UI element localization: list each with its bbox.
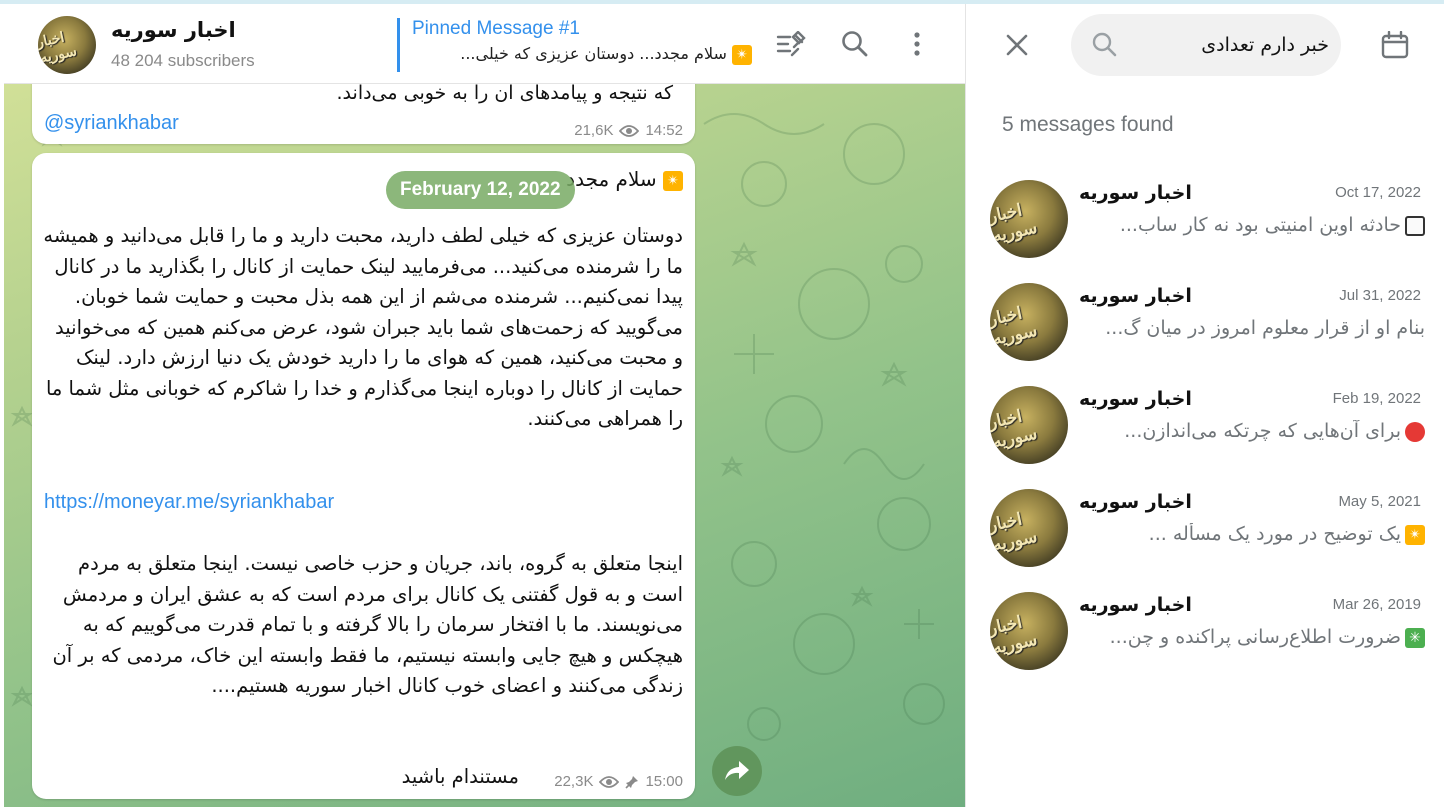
result-date: Mar 26, 2019: [1332, 596, 1421, 613]
result-snippet-text: بنام او از قرار معلوم امروز در میان گ...: [1105, 317, 1425, 339]
message-greeting: ✴ سلام مجدد: [566, 167, 683, 191]
result-avatar: اخبار سوریه: [990, 283, 1068, 361]
green-star-emoji-icon: ✳: [1405, 627, 1425, 648]
message-paragraph: اینجا متعلق به گروه، باند، جریان و حزب خ…: [52, 552, 683, 697]
result-channel-name: اخبار سوریه: [1079, 285, 1192, 307]
message-closing: مستندام باشید: [401, 765, 519, 788]
result-channel-name: اخبار سوریه: [1079, 388, 1192, 410]
pinned-message-bar[interactable]: Pinned Message #1 ✴ سلام مجدد... دوستان …: [397, 18, 757, 72]
chat-panel: اخبار سوریه اخبار سوریه 48 204 subscribe…: [4, 4, 965, 807]
result-snippet: ✴یک توضیح در مورد یک مسأله ...: [1085, 523, 1425, 545]
close-icon: [1006, 34, 1028, 56]
red-circle-emoji-icon: [1405, 421, 1425, 442]
pinned-message-title: Pinned Message #1: [412, 18, 580, 39]
search-result-item[interactable]: اخبار سوریه اخبار سوریه Feb 19, 2022 برای آ…: [966, 386, 1444, 486]
message-text: که نتیجه و پیامدهای آن را به خوبی می‌دان…: [336, 82, 673, 104]
result-date: Feb 19, 2022: [1332, 390, 1421, 407]
view-count: 21,6K: [574, 122, 614, 139]
search-input[interactable]: [1129, 26, 1329, 64]
result-channel-name: اخبار سوریه: [1079, 182, 1192, 204]
eye-icon: [619, 124, 640, 137]
result-date: Oct 17, 2022: [1335, 184, 1421, 201]
channel-title[interactable]: اخبار سوریه: [111, 18, 236, 42]
result-snippet-text: برای آن‌هایی که چرتکه می‌اندازن...: [1124, 420, 1401, 442]
search-result-item[interactable]: اخبار سوریه اخبار سوریه May 5, 2021 ✴یک توض…: [966, 489, 1444, 589]
eye-icon: [599, 775, 620, 788]
search-sidebar: 5 messages found اخبار سوریه اخبار سوریه O…: [965, 4, 1444, 807]
avatar-logo-text: اخبار سوریه: [990, 509, 1040, 556]
message-time: 14:52: [645, 122, 683, 139]
result-avatar: اخبار سوریه: [990, 386, 1068, 464]
search-result-item[interactable]: اخبار سوریه اخبار سوریه Mar 26, 2019 ✳ضرورت…: [966, 592, 1444, 692]
result-date: May 5, 2021: [1338, 493, 1421, 510]
chat-header: اخبار سوریه اخبار سوریه 48 204 subscribe…: [4, 4, 965, 84]
calendar-icon: [1381, 31, 1409, 59]
message-bubble-pinned[interactable]: ✴ سلام مجدد دوستان عزیزی که خیلی لطف دار…: [32, 153, 695, 799]
calendar-button[interactable]: [1378, 28, 1412, 62]
support-link[interactable]: https://moneyar.me/syriankhabar: [44, 491, 334, 514]
search-icon: [1092, 32, 1117, 57]
forward-arrow-icon: [725, 761, 749, 780]
orange-star-emoji-icon: ✴: [732, 44, 752, 65]
search-results-count: 5 messages found: [1002, 113, 1174, 136]
message-meta: 22,3K 15:00: [554, 773, 683, 790]
search-result-item[interactable]: اخبار سوریه اخبار سوریه Jul 31, 2022 بنام ا…: [966, 283, 1444, 383]
result-channel-name: اخبار سوریه: [1079, 491, 1192, 513]
greeting-text: سلام مجدد: [566, 167, 657, 191]
avatar-logo-text: اخبار سوریه: [990, 406, 1040, 453]
forward-button[interactable]: [712, 746, 762, 796]
result-snippet-text: حادثه اوین امنیتی بود نه کار ساب...: [1119, 214, 1401, 236]
result-snippet-text: ضرورت اطلاع‌رسانی پراکنده و چن...: [1109, 626, 1401, 648]
avatar-logo-text: اخبار سوریه: [990, 612, 1040, 659]
date-separator[interactable]: February 12, 2022: [386, 171, 575, 209]
message-paragraph: دوستان عزیزی که خیلی لطف دارید، محبت دار…: [43, 224, 683, 430]
result-avatar: اخبار سوریه: [990, 592, 1068, 670]
close-search-button[interactable]: [1000, 28, 1034, 62]
search-field-container[interactable]: [1071, 14, 1341, 76]
white-square-emoji-icon: [1405, 215, 1425, 236]
result-snippet-text: یک توضیح در مورد یک مسأله ...: [1148, 523, 1401, 545]
search-icon[interactable]: [839, 28, 871, 60]
result-avatar: اخبار سوریه: [990, 489, 1068, 567]
result-avatar: اخبار سوریه: [990, 180, 1068, 258]
pinned-list-icon[interactable]: [775, 28, 807, 60]
more-options-icon[interactable]: [901, 28, 933, 60]
result-date: Jul 31, 2022: [1339, 287, 1421, 304]
avatar-logo-text: اخبار سوریه: [990, 200, 1040, 247]
result-snippet: ✳ضرورت اطلاع‌رسانی پراکنده و چن...: [1085, 626, 1425, 648]
message-meta: 21,6K 14:52: [574, 122, 683, 139]
channel-avatar[interactable]: اخبار سوریه: [38, 16, 96, 74]
message-time: 15:00: [645, 773, 683, 790]
pinned-message-text: سلام مجدد... دوستان عزیزی که خیلی...: [460, 44, 727, 63]
result-snippet: برای آن‌هایی که چرتکه می‌اندازن...: [1085, 420, 1425, 442]
pinned-message-preview: ✴ سلام مجدد... دوستان عزیزی که خیلی...: [412, 44, 752, 65]
channel-handle-link[interactable]: @syriankhabar: [44, 112, 179, 135]
orange-star-emoji-icon: ✴: [663, 170, 683, 191]
result-channel-name: اخبار سوریه: [1079, 594, 1192, 616]
avatar-logo-text: اخبار سوریه: [38, 29, 79, 67]
subscriber-count: 48 204 subscribers: [111, 51, 255, 70]
pin-icon: [625, 775, 639, 789]
result-snippet: حادثه اوین امنیتی بود نه کار ساب...: [1085, 214, 1425, 236]
view-count: 22,3K: [554, 773, 594, 790]
avatar-logo-text: اخبار سوریه: [990, 303, 1040, 350]
result-snippet: بنام او از قرار معلوم امروز در میان گ...: [1085, 317, 1425, 339]
search-result-item[interactable]: اخبار سوریه اخبار سوریه Oct 17, 2022 حادثه …: [966, 180, 1444, 280]
orange-star-emoji-icon: ✴: [1405, 524, 1425, 545]
